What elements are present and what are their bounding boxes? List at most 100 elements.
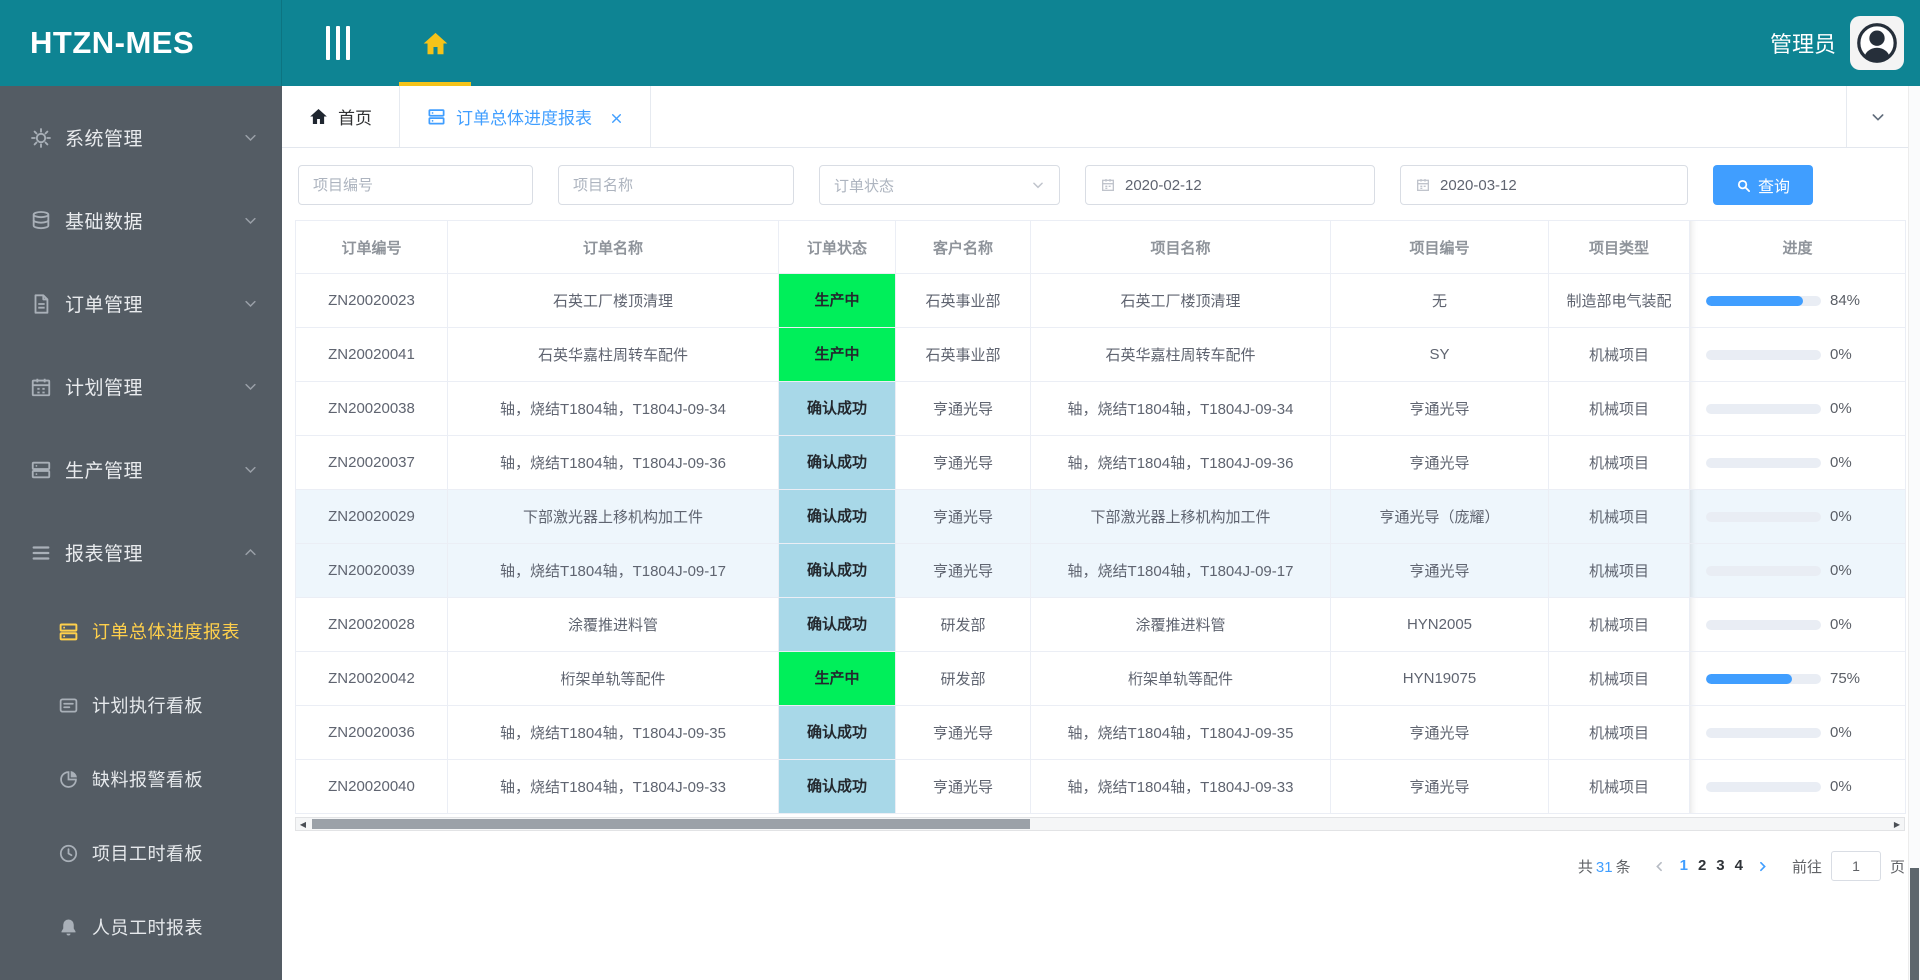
sidebar-item-system-management[interactable]: 系统管理 [0, 96, 282, 179]
order-name-cell: 石英工厂楼顶清理 [447, 273, 779, 328]
table-row[interactable]: ZN20020042 桁架单轨等配件 生产中 研发部 桁架单轨等配件 HYN19075 机械… [295, 651, 1906, 706]
sidebar-subitem-label: 人员工时报表 [92, 918, 203, 938]
report-list-icon [427, 107, 446, 126]
chevron-down-icon [1872, 113, 1883, 121]
order-status-cell: 确认成功 [778, 543, 896, 598]
close-icon[interactable] [610, 110, 623, 123]
tab-list-dropdown[interactable] [1846, 86, 1908, 147]
sidebar-subitem-plan-execution-board[interactable]: 计划执行看板 [0, 668, 282, 742]
project-type-cell: 机械项目 [1548, 651, 1690, 706]
progress-percent-label: 75% [1830, 670, 1861, 687]
sidebar-item-production-management[interactable]: 生产管理 [0, 428, 282, 511]
goto-label: 前往 [1791, 858, 1822, 876]
project-code-input[interactable] [298, 165, 533, 205]
sidebar-item-order-management[interactable]: 订单管理 [0, 262, 282, 345]
prev-page-icon[interactable] [1645, 850, 1675, 882]
page-number-1[interactable]: 1 [1680, 857, 1688, 874]
sidebar-item-basic-data[interactable]: 基础数据 [0, 179, 282, 262]
user-menu[interactable]: 管理员 [1770, 16, 1920, 70]
scroll-left-icon[interactable]: ◀ [296, 818, 310, 830]
chevron-down-icon [243, 213, 258, 228]
status-badge: 确认成功 [779, 382, 895, 435]
order-status-placeholder: 订单状态 [834, 177, 895, 195]
end-date-picker[interactable]: 2020-03-12 [1400, 165, 1688, 205]
scroll-right-icon[interactable]: ▶ [1890, 818, 1904, 830]
sidebar-item-label: 生产管理 [65, 461, 144, 482]
app-header: HTZN-MES 管理员 [0, 0, 1920, 86]
customer-name-cell: 石英事业部 [895, 327, 1031, 382]
status-badge: 确认成功 [779, 490, 895, 543]
customer-name-cell: 亨通光导 [895, 381, 1031, 436]
order-status-cell: 生产中 [778, 327, 896, 382]
page-number-4[interactable]: 4 [1735, 857, 1743, 874]
column-header: 订单名称 [447, 220, 779, 274]
sidebar-collapse-icon[interactable] [320, 20, 356, 66]
sidebar-subitem-order-overall-progress-report[interactable]: 订单总体进度报表 [0, 594, 282, 668]
search-icon [1736, 178, 1751, 193]
column-header: 项目编号 [1330, 220, 1549, 274]
page-number-2[interactable]: 2 [1698, 857, 1706, 874]
table-row[interactable]: ZN20020037 轴，烧结T1804轴，T1804J-09-36 确认成功 亨通光… [295, 435, 1906, 490]
total-count: 共 31 条 [1577, 858, 1631, 876]
goto-page-input[interactable] [1830, 851, 1881, 881]
report-menu-icon [30, 542, 52, 564]
calendar-icon [1415, 177, 1431, 193]
project-name-cell: 轴，烧结T1804轴，T1804J-09-34 [1030, 381, 1331, 436]
status-badge: 确认成功 [779, 598, 895, 651]
order-status-cell: 确认成功 [778, 435, 896, 490]
horizontal-scrollbar[interactable]: ◀ ▶ [295, 817, 1905, 831]
table-row[interactable]: ZN20020028 涂覆推进料管 确认成功 研发部 涂覆推进料管 HYN2005 机械项目… [295, 597, 1906, 652]
project-type-cell: 机械项目 [1548, 543, 1690, 598]
project-name-input[interactable] [558, 165, 794, 205]
sidebar-subitem-label: 项目工时看板 [92, 844, 203, 864]
progress-bar-track [1706, 403, 1821, 414]
vertical-scrollbar[interactable] [1908, 86, 1920, 980]
tab-report-label: 订单总体进度报表 [456, 109, 592, 128]
sidebar-item-label: 系统管理 [65, 129, 144, 150]
table-row[interactable]: ZN20020039 轴，烧结T1804轴，T1804J-09-17 确认成功 亨通光… [295, 543, 1906, 598]
sidebar-subitem-label: 缺料报警看板 [92, 770, 203, 790]
sidebar-item-plan-management[interactable]: 计划管理 [0, 345, 282, 428]
project-name-cell: 下部激光器上移机构加工件 [1030, 489, 1331, 544]
project-code-cell: 亨通光导 [1330, 543, 1549, 598]
table-row[interactable]: ZN20020038 轴，烧结T1804轴，T1804J-09-34 确认成功 亨通光… [295, 381, 1906, 436]
order-name-cell: 涂覆推进料管 [447, 597, 779, 652]
tab-order-progress-report[interactable]: 订单总体进度报表 [400, 86, 651, 147]
search-button[interactable]: 查询 [1713, 165, 1813, 205]
sidebar-item-report-management[interactable]: 报表管理 [0, 511, 282, 594]
sidebar-subitem-project-hours-board[interactable]: 项目工时看板 [0, 816, 282, 890]
table-row[interactable]: ZN20020036 轴，烧结T1804轴，T1804J-09-35 确认成功 亨通光… [295, 705, 1906, 760]
project-code-cell: 亨通光导 [1330, 705, 1549, 760]
column-header: 项目类型 [1548, 220, 1690, 274]
table-row[interactable]: ZN20020041 石英华嘉柱周转车配件 生产中 石英事业部 石英华嘉柱周转车配件 SY… [295, 327, 1906, 382]
table-row[interactable]: ZN20020040 轴，烧结T1804轴，T1804J-09-33 确认成功 亨通光… [295, 759, 1906, 814]
customer-name-cell: 研发部 [895, 651, 1031, 706]
progress-bar-fill [1706, 295, 1803, 306]
sidebar-item-label: 基础数据 [65, 212, 144, 233]
project-name-cell: 桁架单轨等配件 [1030, 651, 1331, 706]
sidebar-subitem-personnel-hours-report[interactable]: 人员工时报表 [0, 890, 282, 964]
vertical-scrollbar-thumb[interactable] [1910, 868, 1919, 980]
progress-percent-label: 0% [1830, 454, 1852, 471]
sidebar-subitem-material-shortage-alarm-board[interactable]: 缺料报警看板 [0, 742, 282, 816]
order-progress-report-icon [58, 621, 79, 642]
table-row[interactable]: ZN20020029 下部激光器上移机构加工件 确认成功 亨通光导 下部激光器上移机构加… [295, 489, 1906, 544]
status-badge: 确认成功 [779, 760, 895, 813]
avatar[interactable] [1850, 16, 1904, 70]
order-name-cell: 桁架单轨等配件 [447, 651, 779, 706]
page-number-3[interactable]: 3 [1716, 857, 1724, 874]
order-number-cell: ZN20020039 [295, 543, 448, 598]
progress-bar-track [1706, 781, 1821, 792]
project-type-cell: 机械项目 [1548, 381, 1690, 436]
progress-bar-track [1706, 673, 1821, 684]
table-row[interactable]: ZN20020023 石英工厂楼顶清理 生产中 石英事业部 石英工厂楼顶清理无制造部电气… [295, 273, 1906, 328]
project-name-cell: 轴，烧结T1804轴，T1804J-09-33 [1030, 759, 1331, 814]
start-date-picker[interactable]: 2020-02-12 [1085, 165, 1375, 205]
tab-home[interactable]: 首页 [282, 86, 400, 147]
horizontal-scrollbar-thumb[interactable] [312, 819, 1030, 829]
order-status-select[interactable]: 订单状态 [819, 165, 1060, 205]
status-badge: 确认成功 [779, 706, 895, 759]
home-tab-icon [309, 107, 328, 126]
home-icon[interactable] [398, 0, 472, 86]
next-page-icon[interactable] [1748, 850, 1778, 882]
